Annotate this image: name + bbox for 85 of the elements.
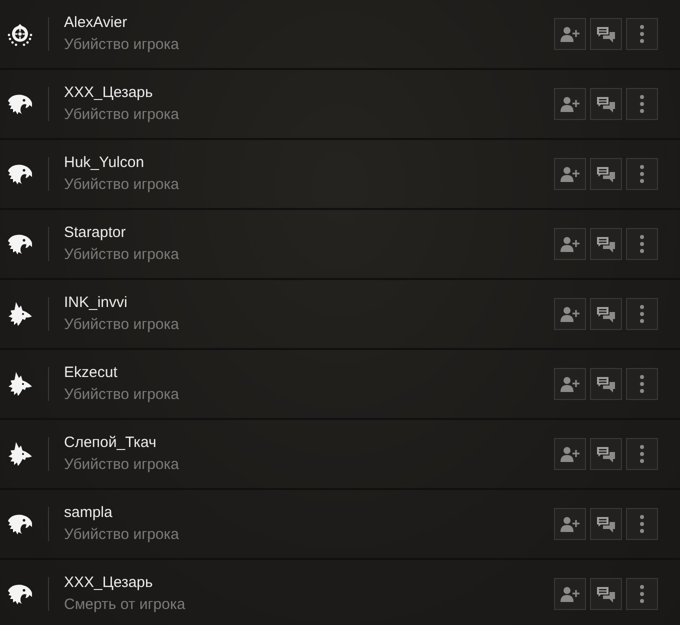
chat-button[interactable] (590, 508, 622, 540)
player-row[interactable]: XXX_Цезарь Смерть от игрока (0, 560, 680, 625)
more-options-button[interactable] (626, 368, 658, 400)
chat-bubbles-icon (596, 306, 616, 322)
chat-bubbles-icon (596, 166, 616, 182)
player-name: sampla (64, 504, 112, 522)
chat-button[interactable] (590, 88, 622, 120)
player-row[interactable]: Ekzecut Убийство игрока (0, 350, 680, 420)
event-text: Смерть от игрока (64, 596, 186, 614)
chat-bubbles-icon (596, 376, 616, 392)
event-text: Убийство игрока (64, 456, 179, 474)
add-friend-button[interactable] (554, 298, 586, 330)
more-options-button[interactable] (626, 228, 658, 260)
chat-bubbles-icon (596, 586, 616, 602)
player-row[interactable]: Слепой_Ткач Убийство игрока (0, 420, 680, 490)
person-plus-icon (560, 376, 580, 392)
person-plus-icon (560, 166, 580, 182)
person-plus-icon (560, 26, 580, 42)
person-plus-icon (560, 96, 580, 112)
more-options-button[interactable] (626, 578, 658, 610)
vertical-dots-icon (640, 25, 644, 43)
add-friend-button[interactable] (554, 438, 586, 470)
player-name: Слепой_Ткач (64, 434, 156, 452)
add-friend-button[interactable] (554, 368, 586, 400)
vertical-dots-icon (640, 305, 644, 323)
chat-button[interactable] (590, 368, 622, 400)
chat-button[interactable] (590, 228, 622, 260)
add-friend-button[interactable] (554, 18, 586, 50)
player-row[interactable]: AlexAvier Убийство игрока (0, 0, 680, 70)
add-friend-button[interactable] (554, 88, 586, 120)
event-text: Убийство игрока (64, 106, 179, 124)
event-text: Убийство игрока (64, 526, 179, 544)
wolf-head-icon (7, 441, 33, 467)
more-options-button[interactable] (626, 18, 658, 50)
more-options-button[interactable] (626, 508, 658, 540)
chat-button[interactable] (590, 578, 622, 610)
player-name: Huk_Yulcon (64, 154, 144, 172)
more-options-button[interactable] (626, 88, 658, 120)
vertical-dots-icon (640, 375, 644, 393)
event-text: Убийство игрока (64, 386, 179, 404)
chat-bubbles-icon (596, 516, 616, 532)
vertical-dots-icon (640, 165, 644, 183)
person-plus-icon (560, 446, 580, 462)
wolf-head-icon (7, 371, 33, 397)
player-row[interactable]: Staraptor Убийство игрока (0, 210, 680, 280)
more-options-button[interactable] (626, 438, 658, 470)
person-plus-icon (560, 516, 580, 532)
more-options-button[interactable] (626, 158, 658, 190)
player-row[interactable]: sampla Убийство игрока (0, 490, 680, 560)
chat-bubbles-icon (596, 96, 616, 112)
player-name: Staraptor (64, 224, 126, 242)
person-plus-icon (560, 586, 580, 602)
player-name: XXX_Цезарь (64, 84, 153, 102)
more-options-button[interactable] (626, 298, 658, 330)
vertical-dots-icon (640, 235, 644, 253)
event-text: Убийство игрока (64, 316, 179, 334)
chat-button[interactable] (590, 18, 622, 50)
vertical-dots-icon (640, 95, 644, 113)
vertical-dots-icon (640, 515, 644, 533)
player-row[interactable]: Huk_Yulcon Убийство игрока (0, 140, 680, 210)
person-plus-icon (560, 236, 580, 252)
add-friend-button[interactable] (554, 228, 586, 260)
chat-button[interactable] (590, 298, 622, 330)
event-text: Убийство игрока (64, 246, 179, 264)
chat-bubbles-icon (596, 26, 616, 42)
vertical-dots-icon (640, 585, 644, 603)
wolf-head-icon (7, 301, 33, 327)
crosshair-emblem-icon (7, 21, 33, 47)
event-text: Убийство игрока (64, 36, 179, 54)
vertical-dots-icon (640, 445, 644, 463)
chat-bubbles-icon (596, 236, 616, 252)
player-name: AlexAvier (64, 14, 128, 32)
player-row[interactable]: INK_invvi Убийство игрока (0, 280, 680, 350)
event-text: Убийство игрока (64, 176, 179, 194)
chat-button[interactable] (590, 158, 622, 190)
chat-button[interactable] (590, 438, 622, 470)
person-plus-icon (560, 306, 580, 322)
add-friend-button[interactable] (554, 578, 586, 610)
add-friend-button[interactable] (554, 508, 586, 540)
player-name: INK_invvi (64, 294, 128, 312)
chat-bubbles-icon (596, 446, 616, 462)
player-row[interactable]: XXX_Цезарь Убийство игрока (0, 70, 680, 140)
add-friend-button[interactable] (554, 158, 586, 190)
player-name: Ekzecut (64, 364, 118, 382)
player-name: XXX_Цезарь (64, 574, 153, 592)
